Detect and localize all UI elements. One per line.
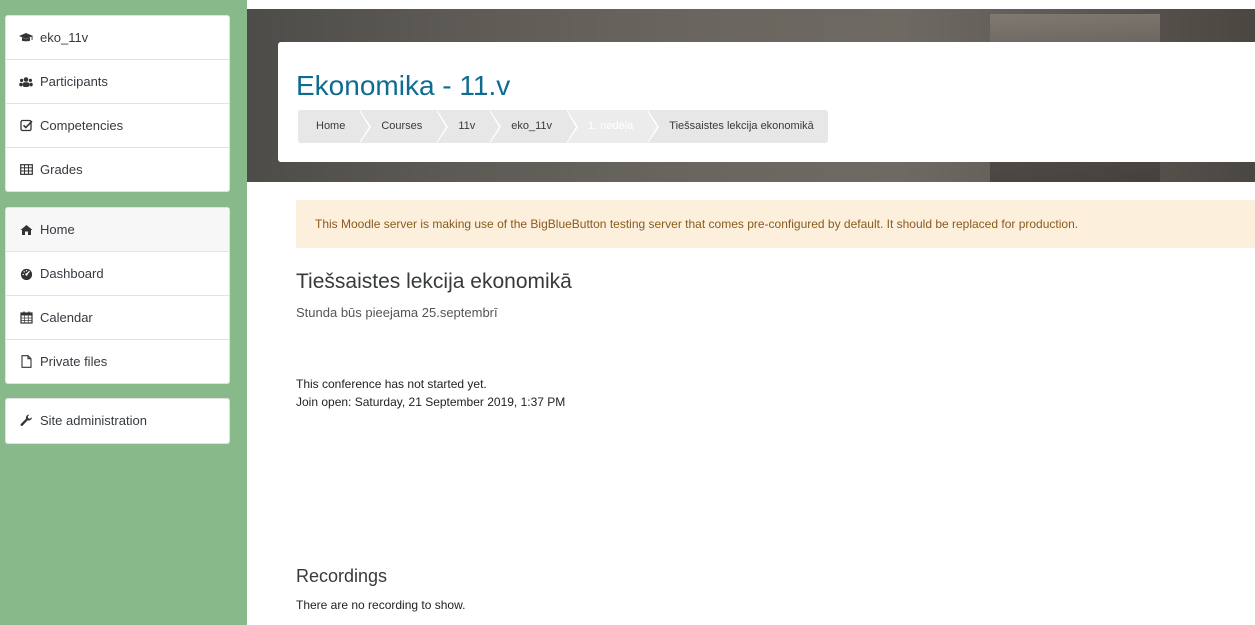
check-square-icon — [19, 119, 33, 133]
course-nav-block: eko_11v Participants Competencies Grades — [5, 15, 230, 192]
top-strip — [247, 0, 1255, 9]
nav-item-label: Participants — [40, 74, 108, 89]
nav-item-participants[interactable]: Participants — [6, 60, 229, 104]
nav-item-course[interactable]: eko_11v — [6, 16, 229, 60]
nav-item-site-administration[interactable]: Site administration — [6, 399, 229, 442]
nav-item-label: eko_11v — [40, 30, 89, 45]
home-icon — [19, 223, 33, 237]
warning-alert: This Moodle server is making use of the … — [296, 200, 1255, 248]
nav-item-label: Home — [40, 222, 75, 237]
breadcrumb-home[interactable]: Home — [298, 110, 372, 143]
site-nav-block: Home Dashboard Calendar Private files — [5, 207, 230, 384]
nav-item-label: Site administration — [40, 413, 147, 428]
admin-nav-block: Site administration — [5, 398, 230, 444]
nav-item-calendar[interactable]: Calendar — [6, 296, 229, 340]
main-content: This Moodle server is making use of the … — [278, 182, 1255, 625]
page-header: Ekonomika - 11.v Home Courses 11v eko_11… — [278, 42, 1255, 162]
calendar-icon — [19, 311, 33, 325]
nav-item-label: Dashboard — [40, 266, 104, 281]
wrench-icon — [19, 414, 33, 428]
nav-item-dashboard[interactable]: Dashboard — [6, 252, 229, 296]
nav-item-label: Calendar — [40, 310, 93, 325]
users-icon — [19, 75, 33, 89]
conference-status: This conference has not started yet. — [296, 377, 487, 391]
graduation-cap-icon — [19, 31, 33, 45]
recordings-heading: Recordings — [296, 566, 388, 586]
nav-item-label: Grades — [40, 162, 83, 177]
recordings-empty-message: There are no recording to show. — [296, 598, 466, 612]
table-icon — [19, 163, 33, 177]
nav-item-label: Private files — [40, 354, 108, 369]
activity-description: Stunda būs pieejama 25.septembrī — [296, 305, 498, 320]
nav-item-grades[interactable]: Grades — [6, 148, 229, 191]
nav-item-label: Competencies — [40, 118, 124, 133]
join-open-time: Join open: Saturday, 21 September 2019, … — [296, 395, 566, 409]
breadcrumb-activity[interactable]: Tiešsaistes lekcija ekonomikā — [647, 110, 828, 143]
dashboard-icon — [19, 267, 33, 281]
file-icon — [19, 355, 33, 369]
nav-item-private-files[interactable]: Private files — [6, 340, 229, 383]
breadcrumb: Home Courses 11v eko_11v 1. nedēļa Tiešs… — [298, 110, 828, 143]
activity-title: Tiešsaistes lekcija ekonomikā — [296, 270, 572, 293]
nav-drawer: eko_11v Participants Competencies Grades — [0, 0, 247, 625]
page-title: Ekonomika - 11.v — [296, 70, 511, 101]
breadcrumb-section[interactable]: 1. nedēļa — [566, 110, 660, 143]
nav-item-home[interactable]: Home — [6, 208, 229, 252]
nav-item-competencies[interactable]: Competencies — [6, 104, 229, 148]
